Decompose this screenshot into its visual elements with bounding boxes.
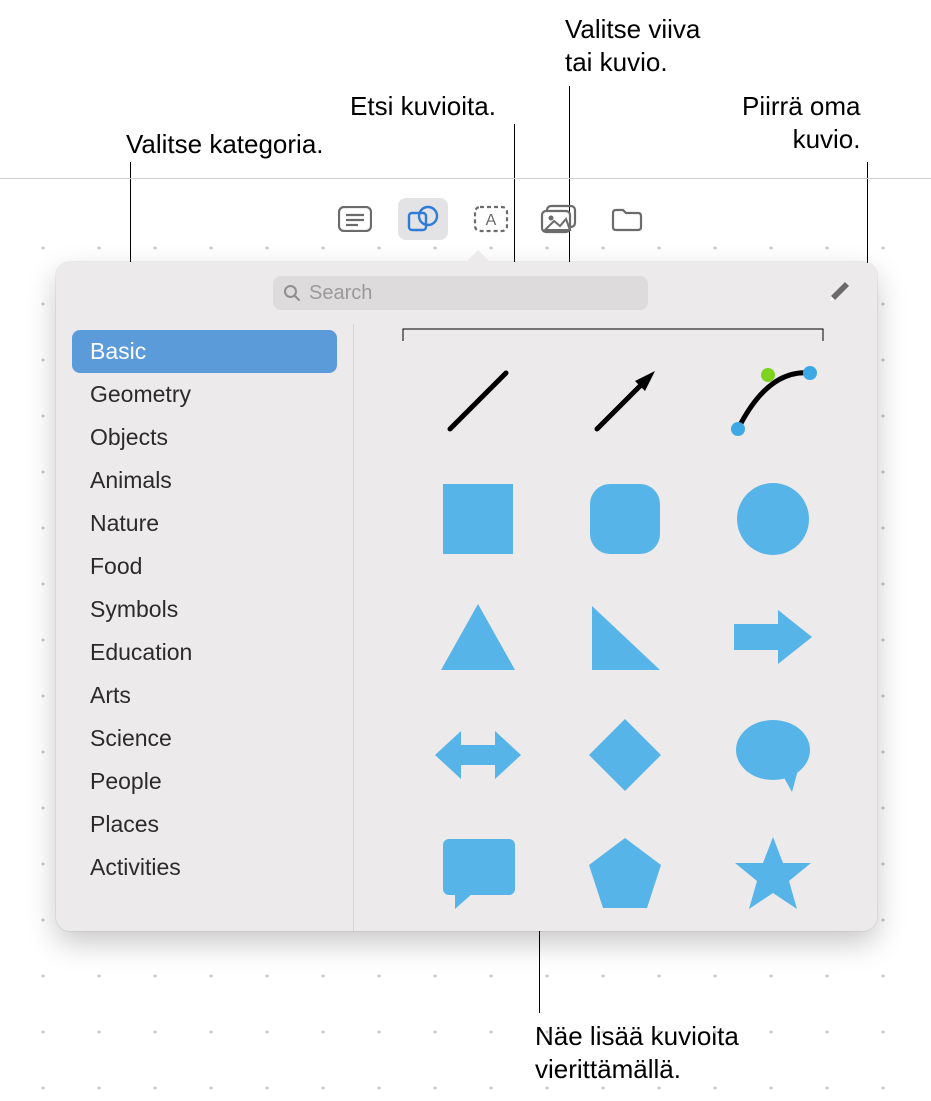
callout-select-line-or-shape: Valitse viiva tai kuvio. <box>565 13 700 78</box>
category-places[interactable]: Places <box>72 803 337 846</box>
divider <box>0 178 931 179</box>
category-science[interactable]: Science <box>72 717 337 760</box>
category-objects[interactable]: Objects <box>72 416 337 459</box>
category-label: Objects <box>90 424 168 451</box>
category-label: Basic <box>90 338 146 365</box>
shape-rounded-square[interactable] <box>575 469 675 569</box>
search-icon <box>283 284 301 302</box>
toolbar-media-button[interactable] <box>534 198 584 240</box>
callout-draw-own-shape: Piirrä oma kuvio. <box>742 90 860 155</box>
list-icon <box>338 206 372 232</box>
category-label: People <box>90 768 162 795</box>
search-field[interactable] <box>273 276 648 310</box>
shape-line[interactable] <box>428 351 528 451</box>
category-label: Geometry <box>90 381 191 408</box>
category-label: Science <box>90 725 172 752</box>
category-basic[interactable]: Basic <box>72 330 337 373</box>
shape-arrow-line[interactable] <box>575 351 675 451</box>
shapes-icon <box>406 204 440 234</box>
category-nature[interactable]: Nature <box>72 502 337 545</box>
toolbar-list-button[interactable] <box>330 198 380 240</box>
category-arts[interactable]: Arts <box>72 674 337 717</box>
category-label: Places <box>90 811 159 838</box>
category-label: Animals <box>90 467 172 494</box>
callout-search-shapes: Etsi kuvioita. <box>350 90 496 123</box>
search-input[interactable] <box>309 282 638 305</box>
category-food[interactable]: Food <box>72 545 337 588</box>
category-geometry[interactable]: Geometry <box>72 373 337 416</box>
shape-triangle[interactable] <box>428 587 528 687</box>
toolbar-folder-button[interactable] <box>602 198 652 240</box>
draw-shape-button[interactable] <box>821 276 855 310</box>
category-label: Arts <box>90 682 131 709</box>
shapes-popover: Basic Geometry Objects Animals Nature Fo… <box>56 262 877 931</box>
shape-callout-rect[interactable] <box>428 823 528 923</box>
text-icon: A <box>473 205 509 233</box>
category-education[interactable]: Education <box>72 631 337 674</box>
category-label: Nature <box>90 510 159 537</box>
pen-icon <box>825 280 851 306</box>
category-symbols[interactable]: Symbols <box>72 588 337 631</box>
shape-diamond[interactable] <box>575 705 675 805</box>
toolbar-shapes-button[interactable] <box>398 198 448 240</box>
toolbar-text-button[interactable]: A <box>466 198 516 240</box>
category-people[interactable]: People <box>72 760 337 803</box>
shape-grid <box>354 324 877 931</box>
popover-header <box>56 262 877 324</box>
category-label: Activities <box>90 854 181 881</box>
callout-select-category: Valitse kategoria. <box>126 128 324 161</box>
category-sidebar: Basic Geometry Objects Animals Nature Fo… <box>56 324 354 931</box>
category-activities[interactable]: Activities <box>72 846 337 889</box>
shape-square[interactable] <box>428 469 528 569</box>
shape-curve[interactable] <box>723 351 823 451</box>
category-animals[interactable]: Animals <box>72 459 337 502</box>
category-label: Education <box>90 639 192 666</box>
shape-double-arrow[interactable] <box>428 705 528 805</box>
svg-text:A: A <box>486 212 497 229</box>
insert-toolbar: A <box>330 198 652 240</box>
shape-right-triangle[interactable] <box>575 587 675 687</box>
media-icon <box>539 204 579 234</box>
shape-arrow-right[interactable] <box>723 587 823 687</box>
category-label: Symbols <box>90 596 178 623</box>
category-label: Food <box>90 553 142 580</box>
shape-star[interactable] <box>723 823 823 923</box>
shape-circle[interactable] <box>723 469 823 569</box>
shape-pentagon[interactable] <box>575 823 675 923</box>
folder-icon <box>610 206 644 232</box>
shape-speech-bubble[interactable] <box>723 705 823 805</box>
